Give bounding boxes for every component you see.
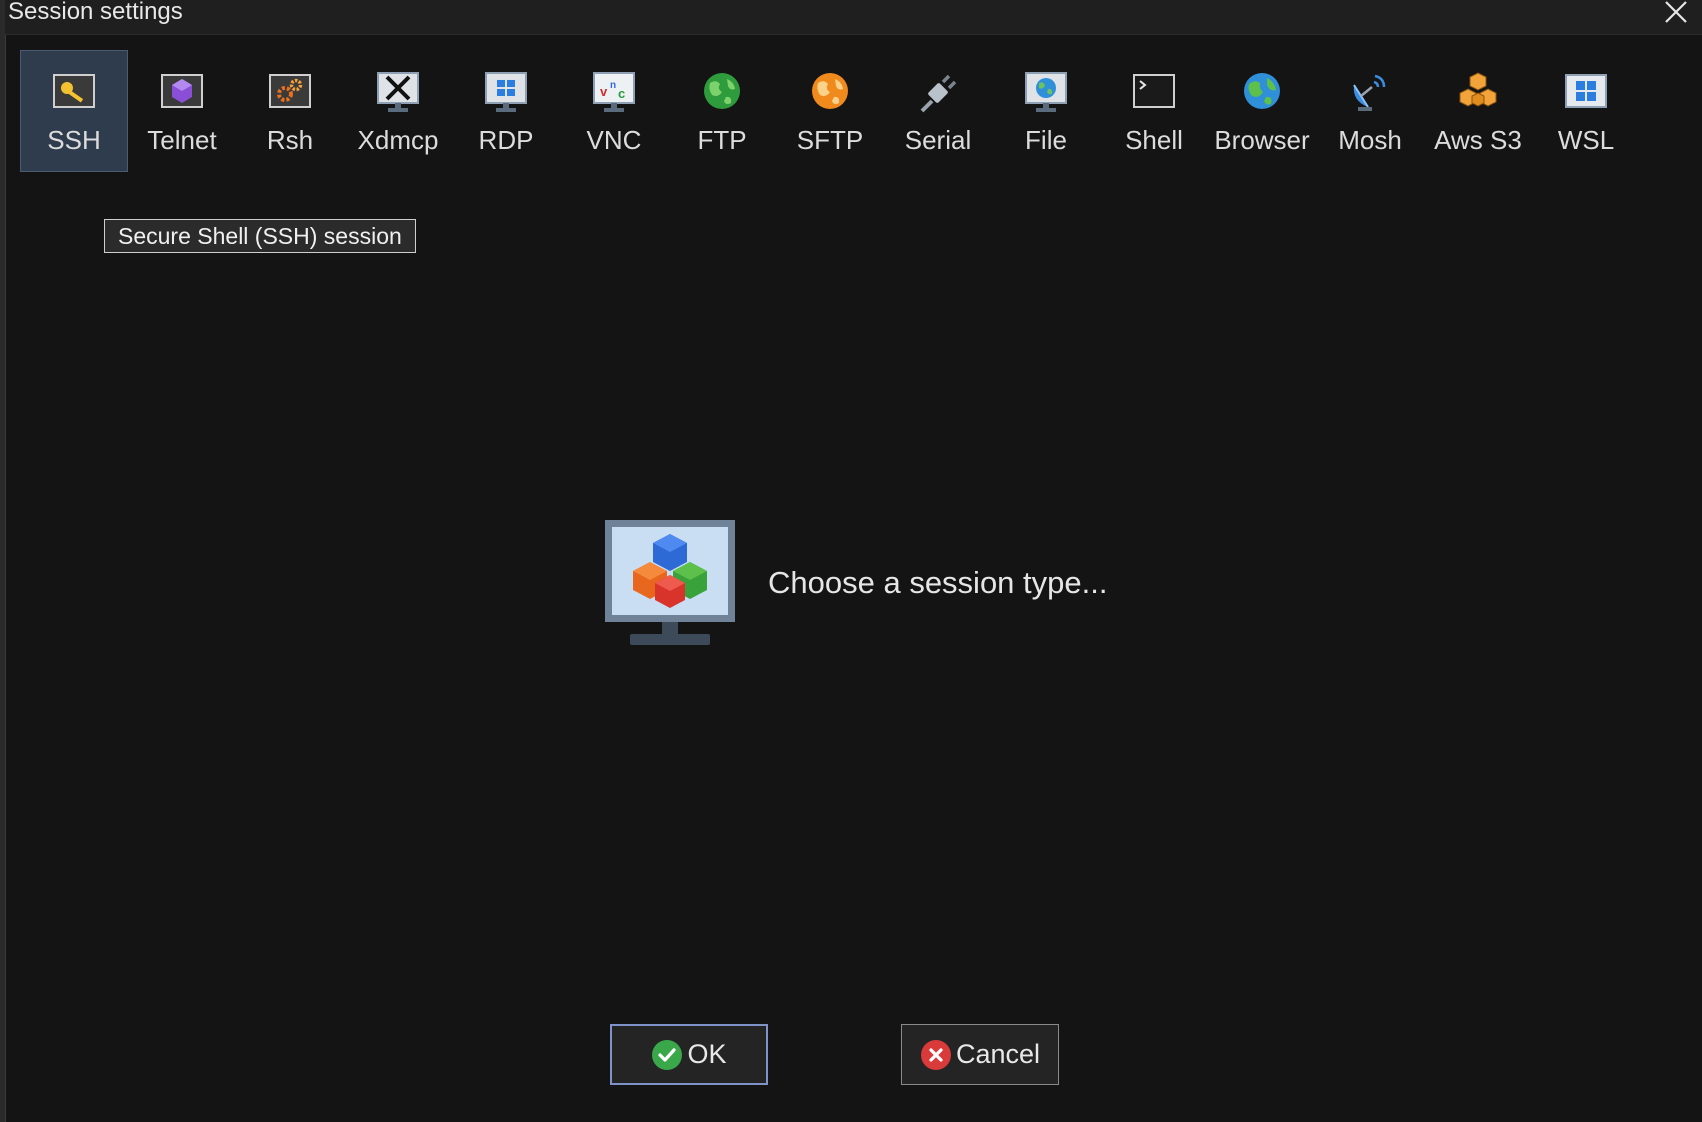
gears-icon xyxy=(269,74,311,108)
tool-label: FTP xyxy=(697,125,747,155)
ok-button[interactable]: OK xyxy=(610,1024,768,1085)
x-circle-icon xyxy=(920,1039,951,1070)
tool-sftp[interactable]: SFTP xyxy=(776,50,884,172)
green-globe-icon xyxy=(704,73,740,109)
window-left-edge xyxy=(0,0,6,1122)
tool-label: Mosh xyxy=(1338,125,1402,155)
close-button[interactable] xyxy=(1656,0,1696,30)
session-type-toolbar: SSH Telnet Rsh Xdmcp RDP v n c VNC FTP S… xyxy=(20,50,1640,174)
tool-rdp[interactable]: RDP xyxy=(452,50,560,172)
aws-cubes-icon xyxy=(1459,72,1497,107)
tool-label: VNC xyxy=(586,125,642,155)
svg-text:v: v xyxy=(600,84,608,99)
tool-telnet[interactable]: Telnet xyxy=(128,50,236,172)
terminal-icon xyxy=(1133,74,1175,108)
choose-session-text: Choose a session type... xyxy=(768,565,1108,600)
tool-label: Rsh xyxy=(266,125,314,155)
windows-monitor-icon xyxy=(485,72,527,112)
tool-ftp[interactable]: FTP xyxy=(668,50,776,172)
tool-label: Browser xyxy=(1214,125,1310,155)
file-monitor-icon xyxy=(1025,72,1067,112)
tool-rsh[interactable]: Rsh xyxy=(236,50,344,172)
tool-label: Xdmcp xyxy=(357,125,439,155)
plug-icon xyxy=(920,74,957,113)
vnc-monitor-icon: v n c xyxy=(593,72,635,112)
satellite-dish-icon xyxy=(1353,74,1386,111)
title-bar: Session settings xyxy=(5,0,1702,35)
tool-serial[interactable]: Serial xyxy=(884,50,992,172)
tool-mosh[interactable]: Mosh xyxy=(1316,50,1424,172)
tool-file[interactable]: File xyxy=(992,50,1100,172)
cancel-button[interactable]: Cancel xyxy=(901,1024,1059,1085)
windows-logo-icon xyxy=(1565,74,1607,108)
tool-shell[interactable]: Shell xyxy=(1100,50,1208,172)
earth-icon xyxy=(1244,73,1280,109)
ok-label: OK xyxy=(687,1039,727,1069)
tool-xdmcp[interactable]: Xdmcp xyxy=(344,50,452,172)
tool-aws-s3[interactable]: Aws S3 xyxy=(1424,50,1532,172)
session-type-placeholder: Choose a session type... xyxy=(605,520,1107,646)
tool-label: Serial xyxy=(904,125,972,155)
tool-label: File xyxy=(1025,125,1067,155)
tool-label: SFTP xyxy=(796,125,864,155)
tool-vnc[interactable]: v n c VNC xyxy=(560,50,668,172)
tool-label: Shell xyxy=(1125,125,1183,155)
close-icon xyxy=(1665,1,1687,23)
svg-text:n: n xyxy=(610,80,616,91)
svg-text:c: c xyxy=(618,86,625,101)
tool-ssh[interactable]: SSH xyxy=(20,50,128,172)
tool-label: RDP xyxy=(478,125,534,155)
tool-label: Telnet xyxy=(147,125,217,155)
tool-label: WSL xyxy=(1557,125,1615,155)
tool-label: SSH xyxy=(47,125,101,155)
key-icon xyxy=(53,74,95,108)
orange-globe-icon xyxy=(812,73,848,109)
tool-wsl[interactable]: WSL xyxy=(1532,50,1640,172)
x-monitor-icon xyxy=(377,72,419,112)
cancel-label: Cancel xyxy=(955,1039,1041,1069)
ssh-tooltip: Secure Shell (SSH) session xyxy=(104,219,416,253)
telnet-gem-icon xyxy=(161,74,203,108)
monitor-cubes-icon xyxy=(605,520,735,645)
tool-browser[interactable]: Browser xyxy=(1208,50,1316,172)
window-title: Session settings xyxy=(8,0,183,25)
tool-label: Aws S3 xyxy=(1434,125,1522,155)
check-circle-icon xyxy=(652,1039,683,1070)
